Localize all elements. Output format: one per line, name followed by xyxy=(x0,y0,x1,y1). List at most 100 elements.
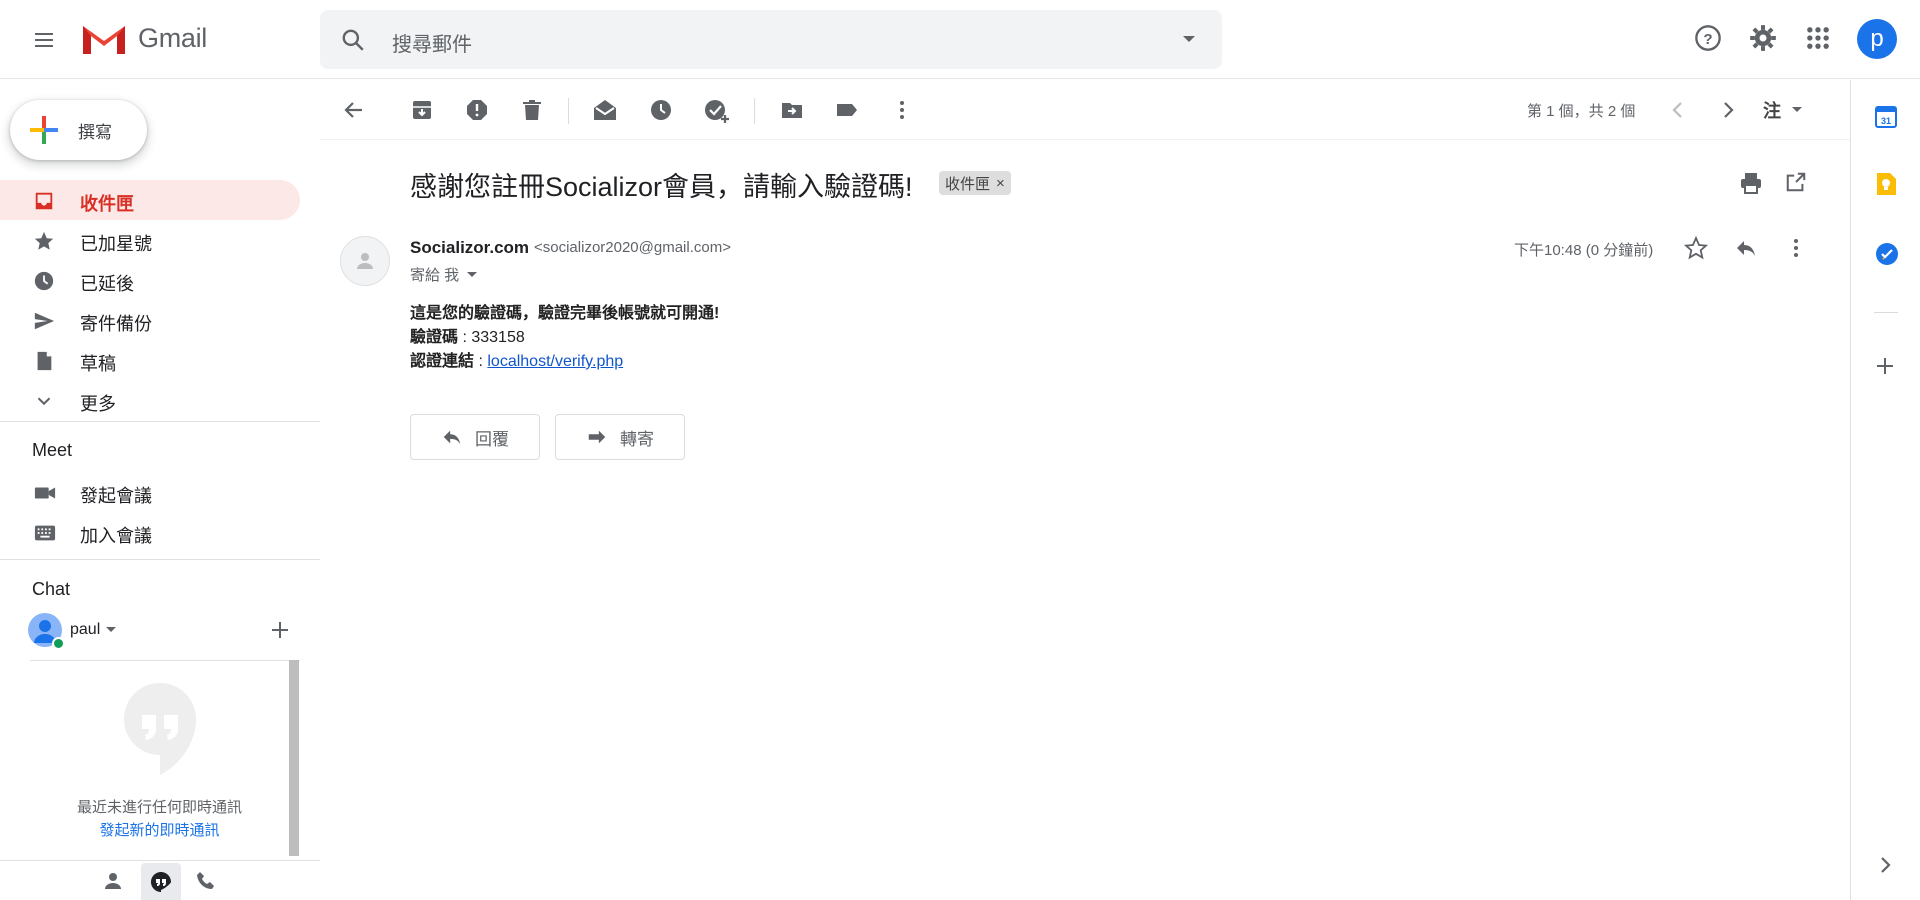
get-addons-plus-icon[interactable] xyxy=(1875,356,1895,376)
print-icon[interactable] xyxy=(1739,171,1763,195)
chevron-right-icon[interactable] xyxy=(1718,98,1738,122)
message-timestamp: 下午10:48 (0 分鐘前) xyxy=(1514,242,1654,259)
nav-item-label: 已延後 xyxy=(80,274,134,294)
phone-icon[interactable] xyxy=(196,871,216,891)
chevron-down-icon xyxy=(37,397,51,406)
input-tools-button[interactable]: 注 xyxy=(1763,97,1781,123)
chevron-down-icon[interactable] xyxy=(106,627,117,633)
new-chat-plus-icon[interactable] xyxy=(270,620,290,640)
recipient-line[interactable]: 寄給 我 xyxy=(410,264,478,285)
search-options-icon[interactable] xyxy=(1182,34,1196,44)
nav-item-more[interactable]: 更多 xyxy=(0,380,300,420)
chevron-down-icon[interactable] xyxy=(467,271,478,278)
draft-icon xyxy=(37,351,52,371)
snooze-clock-icon[interactable] xyxy=(649,98,673,122)
inbox-icon xyxy=(35,192,53,210)
nav-item-sent[interactable]: 寄件備份 xyxy=(0,300,300,340)
chevron-down-icon[interactable] xyxy=(1792,107,1802,113)
verification-code: 333158 xyxy=(471,329,525,346)
help-icon[interactable]: ? xyxy=(1694,24,1722,52)
reply-button-label: 回覆 xyxy=(475,429,509,449)
nav-item-label: 收件匣 xyxy=(80,194,134,214)
apps-grid-icon[interactable] xyxy=(1804,24,1832,52)
archive-icon[interactable] xyxy=(410,98,434,122)
label-icon[interactable] xyxy=(835,98,859,122)
chat-empty-text: 最近未進行任何即時通訊 xyxy=(76,799,242,816)
reply-button[interactable]: 回覆 xyxy=(410,414,540,460)
report-spam-icon[interactable] xyxy=(465,98,489,122)
reply-icon[interactable] xyxy=(1734,236,1758,260)
chat-list-panel: 最近未進行任何即時通訊 發起新的即時通訊 xyxy=(30,660,300,856)
start-chat-link[interactable]: 發起新的即時通訊 xyxy=(30,819,289,840)
chat-section-title: Chat xyxy=(32,579,71,599)
pagination-text: 第 1 個，共 2 個 xyxy=(1527,103,1636,120)
tasks-icon[interactable] xyxy=(1875,242,1899,266)
chat-user-name: paul xyxy=(70,621,101,638)
main-menu-button[interactable] xyxy=(20,20,68,60)
chevron-right-icon[interactable] xyxy=(1879,855,1893,875)
meet-join-meeting[interactable]: 加入會議 xyxy=(0,512,300,552)
gear-icon[interactable] xyxy=(1749,24,1777,52)
sender-name[interactable]: Socializor.com xyxy=(410,238,529,258)
person-icon xyxy=(357,253,373,269)
account-avatar[interactable]: p xyxy=(1857,19,1897,59)
more-vertical-icon[interactable] xyxy=(890,98,914,122)
message-toolbar: 第 1 個，共 2 個 注 xyxy=(320,80,1850,140)
toolbar-separator xyxy=(754,98,755,124)
chat-scrollbar[interactable] xyxy=(289,660,299,856)
back-arrow-icon[interactable] xyxy=(342,98,366,122)
meet-new-meeting[interactable]: 發起會議 xyxy=(0,472,300,512)
chat-user[interactable]: paul xyxy=(28,610,298,650)
nav-item-label: 發起會議 xyxy=(80,486,152,506)
open-in-new-window-icon[interactable] xyxy=(1785,171,1807,193)
delete-icon[interactable] xyxy=(520,98,544,122)
body-line-intro: 這是您的驗證碼，驗證完畢後帳號就可開通! xyxy=(410,299,719,323)
online-status-dot xyxy=(52,637,65,650)
nav-item-starred[interactable]: 已加星號 xyxy=(0,220,300,260)
remove-label-icon[interactable]: × xyxy=(996,175,1005,192)
nav-item-label: 草稿 xyxy=(80,354,116,374)
chat-user-avatar xyxy=(28,613,65,650)
inbox-label-chip[interactable]: 收件匣 × xyxy=(939,171,1011,195)
gmail-m-icon xyxy=(83,26,125,54)
star-icon xyxy=(34,231,54,250)
send-icon xyxy=(34,312,55,330)
toolbar-separator xyxy=(568,98,569,124)
divider xyxy=(0,559,320,560)
nav-item-snoozed[interactable]: 已延後 xyxy=(0,260,300,300)
sender-avatar[interactable] xyxy=(340,236,390,286)
mark-unread-icon[interactable] xyxy=(592,98,618,122)
search-bar[interactable]: 搜尋郵件 xyxy=(320,10,1222,69)
link-separator: : xyxy=(474,353,488,370)
hamburger-icon xyxy=(35,33,53,47)
gmail-logo[interactable]: Gmail xyxy=(80,20,207,56)
calendar-icon[interactable]: 31 xyxy=(1875,104,1897,128)
keep-icon[interactable] xyxy=(1875,172,1897,196)
forward-button[interactable]: 轉寄 xyxy=(555,414,685,460)
nav-item-drafts[interactable]: 草稿 xyxy=(0,340,300,380)
hangouts-icon[interactable] xyxy=(150,871,172,893)
body-line-link: 認證連結 : localhost/verify.php xyxy=(410,347,623,371)
star-outline-icon[interactable] xyxy=(1684,236,1708,260)
forward-button-label: 轉寄 xyxy=(620,429,654,449)
search-input[interactable]: 搜尋郵件 xyxy=(392,28,472,57)
forward-icon xyxy=(588,430,606,444)
divider xyxy=(0,421,320,422)
nav-item-label: 加入會議 xyxy=(80,526,152,546)
chevron-left-icon[interactable] xyxy=(1668,98,1688,122)
move-to-folder-icon[interactable] xyxy=(780,98,804,122)
chat-bottom-bar xyxy=(0,860,320,900)
contacts-icon[interactable] xyxy=(103,871,123,891)
nav-item-label: 已加星號 xyxy=(80,234,152,254)
nav-item-inbox[interactable]: 收件匣 xyxy=(0,180,300,220)
nav-item-label: 更多 xyxy=(80,394,116,414)
recipient-text: 寄給 我 xyxy=(410,267,460,284)
more-vertical-icon[interactable] xyxy=(1784,236,1808,260)
left-navigation: 撰寫 收件匣 已加星號 已延後 寄件備份 草稿 更多 Meet 發起會議 加入會… xyxy=(0,80,320,900)
verify-link[interactable]: localhost/verify.php xyxy=(487,353,623,370)
svg-text:31: 31 xyxy=(1881,116,1891,126)
meet-section-title: Meet xyxy=(32,440,73,460)
search-icon[interactable] xyxy=(340,27,366,53)
compose-button[interactable]: 撰寫 xyxy=(10,100,147,160)
add-task-icon[interactable] xyxy=(704,98,730,124)
